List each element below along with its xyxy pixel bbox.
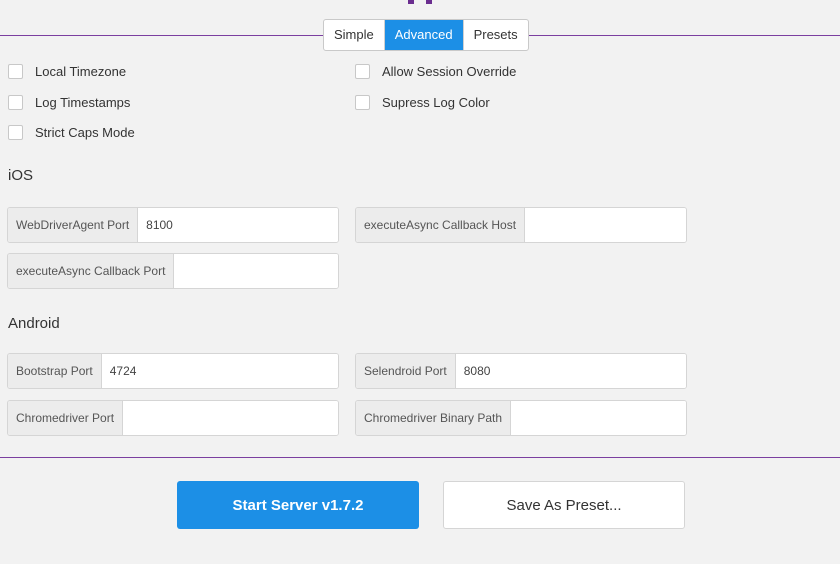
field-label: Chromedriver Binary Path (356, 401, 512, 435)
chromedriver-binary-field: Chromedriver Binary Path (355, 400, 687, 436)
chromedriver-port-field: Chromedriver Port (7, 400, 339, 436)
log-timestamps-checkbox[interactable]: Log Timestamps (8, 95, 130, 110)
tab-advanced[interactable]: Advanced (383, 20, 463, 50)
selendroid-port-field: Selendroid Port (355, 353, 687, 389)
ios-section-title: iOS (8, 167, 34, 184)
logo-fragment (0, 0, 840, 9)
callback-port-input[interactable] (174, 254, 338, 288)
wda-port-input[interactable] (138, 208, 338, 242)
mode-tabs: Simple Advanced Presets (323, 19, 529, 51)
strict-caps-checkbox[interactable]: Strict Caps Mode (8, 125, 135, 140)
checkbox-label: Strict Caps Mode (35, 125, 135, 140)
allow-session-override-checkbox[interactable]: Allow Session Override (355, 64, 516, 79)
field-label: executeAsync Callback Port (8, 254, 175, 288)
start-server-button[interactable]: Start Server v1.7.2 (177, 481, 419, 529)
field-label: Bootstrap Port (8, 354, 102, 388)
bottom-divider (0, 457, 840, 458)
checkbox-label: Allow Session Override (382, 64, 517, 79)
android-section-title: Android (8, 315, 60, 332)
logo-fragment-right (426, 0, 432, 4)
callback-host-field: executeAsync Callback Host (355, 207, 687, 243)
tab-simple[interactable]: Simple (324, 20, 384, 50)
field-label: Chromedriver Port (8, 401, 124, 435)
tab-presets[interactable]: Presets (462, 20, 528, 50)
checkbox-label: Local Timezone (35, 64, 127, 79)
checkbox-box[interactable] (8, 95, 23, 110)
selendroid-port-input[interactable] (455, 354, 686, 388)
checkbox-label: Supress Log Color (382, 95, 490, 110)
field-label: WebDriverAgent Port (8, 208, 139, 242)
bootstrap-port-input[interactable] (101, 354, 338, 388)
logo-fragment-left (408, 0, 414, 4)
bootstrap-port-field: Bootstrap Port (7, 353, 339, 389)
save-preset-button[interactable]: Save As Preset... (443, 481, 685, 529)
chromedriver-port-input[interactable] (123, 401, 338, 435)
callback-host-input[interactable] (525, 208, 686, 242)
chromedriver-binary-input[interactable] (511, 401, 686, 435)
checkbox-box[interactable] (8, 64, 23, 79)
field-label: executeAsync Callback Host (356, 208, 526, 242)
field-label: Selendroid Port (356, 354, 456, 388)
wda-port-field: WebDriverAgent Port (7, 207, 339, 243)
supress-log-color-checkbox[interactable]: Supress Log Color (355, 95, 490, 110)
checkbox-label: Log Timestamps (35, 95, 131, 110)
checkbox-box[interactable] (355, 64, 370, 79)
callback-port-field: executeAsync Callback Port (7, 253, 339, 289)
local-timezone-checkbox[interactable]: Local Timezone (8, 64, 126, 79)
checkbox-box[interactable] (355, 95, 370, 110)
checkbox-box[interactable] (8, 125, 23, 140)
